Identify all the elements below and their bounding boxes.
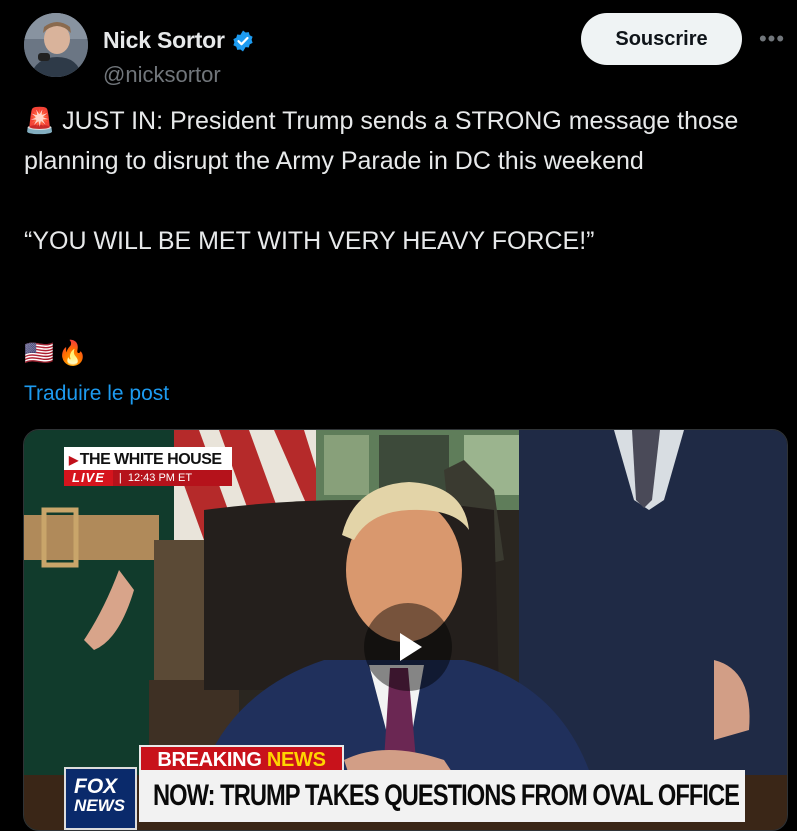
white-house-badge: ▶ THE WHITE HOUSE LIVE | 12:43 PM ET xyxy=(64,447,232,486)
breaking-news-banner: BREAKING NEWS xyxy=(139,745,344,772)
more-options-icon[interactable]: ••• xyxy=(757,24,787,54)
chyron-text: NOW: TRUMP TAKES QUESTIONS FROM OVAL OFF… xyxy=(153,779,740,812)
fox-news-logo: FOX NEWS xyxy=(64,767,137,830)
tweet-text: 🚨 JUST IN: President Trump sends a STRON… xyxy=(24,101,764,261)
logo-news: NEWS xyxy=(74,796,125,815)
siren-icon: 🚨 xyxy=(24,107,56,135)
play-icon xyxy=(400,633,422,661)
logo-fox: FOX xyxy=(74,775,118,798)
us-flag-icon: 🇺🇸 xyxy=(24,340,54,367)
chyron-headline: NOW: TRUMP TAKES QUESTIONS FROM OVAL OFF… xyxy=(139,770,745,822)
avatar[interactable] xyxy=(24,13,88,77)
breaking-news-word: NEWS xyxy=(266,749,326,771)
fire-icon: 🔥 xyxy=(57,340,88,367)
live-badge: LIVE xyxy=(64,470,113,486)
tweet-line: JUST IN: President Trump sends a STRONG … xyxy=(24,107,739,175)
verified-badge-icon xyxy=(231,29,255,53)
display-name[interactable]: Nick Sortor xyxy=(103,27,225,54)
breaking-word: BREAKING xyxy=(157,749,262,771)
tweet-quote: “YOU WILL BE MET WITH VERY HEAVY FORCE!” xyxy=(24,227,595,255)
handle[interactable]: @nicksortor xyxy=(103,62,221,88)
emoji-row: 🇺🇸 🔥 xyxy=(24,339,88,368)
white-house-label: THE WHITE HOUSE xyxy=(79,451,222,468)
broadcast-time: 12:43 PM ET xyxy=(127,472,193,484)
subscribe-button[interactable]: Souscrire xyxy=(581,13,742,65)
translate-post-link[interactable]: Traduire le post xyxy=(24,382,169,406)
video-player[interactable]: ▶ THE WHITE HOUSE LIVE | 12:43 PM ET BREA… xyxy=(23,429,788,831)
triangle-icon: ▶ xyxy=(69,453,78,467)
play-button[interactable] xyxy=(364,603,452,691)
time-separator: | xyxy=(118,472,122,484)
